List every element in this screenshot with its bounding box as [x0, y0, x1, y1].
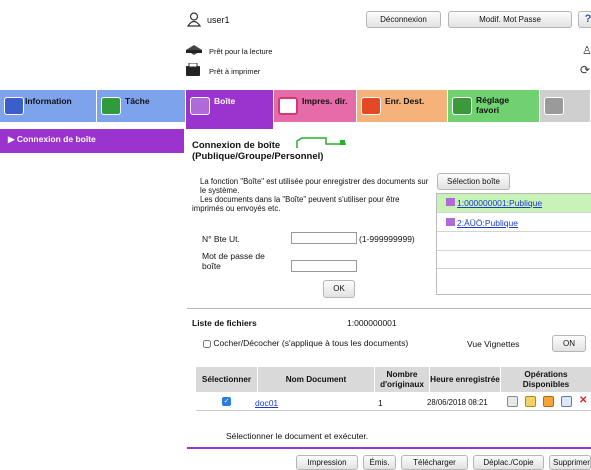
- help-button[interactable]: ?: [578, 11, 591, 28]
- header-document-name: Nom Document: [258, 367, 374, 392]
- box-password-input[interactable]: [291, 260, 357, 272]
- tab-information-label: Information: [25, 96, 72, 106]
- tab-direct-print-label: Impres. dir.: [302, 96, 348, 106]
- sidebar-item-label: Connexion de boîte: [16, 134, 96, 144]
- header-time: Heure enregistrée: [430, 367, 500, 392]
- ok-button[interactable]: OK: [323, 280, 355, 298]
- tab-information[interactable]: Information: [0, 90, 97, 122]
- box-password-label: Mot de passe de boîte: [202, 251, 265, 271]
- select-box-button[interactable]: Sélection boîte: [437, 173, 510, 190]
- row-checkbox[interactable]: ✓: [222, 397, 231, 406]
- sidebar-item-box-login[interactable]: ▶ Connexion de boîte: [0, 129, 184, 153]
- move-copy-button[interactable]: Déplac./Copie: [473, 455, 544, 470]
- ready-read-status: Prêt pour la lecture: [209, 47, 273, 56]
- box-item-label[interactable]: 2:ÄÜÖ:Publique: [457, 218, 518, 228]
- favorites-icon: [452, 97, 472, 115]
- direct-print-icon: [278, 97, 298, 115]
- scanner-status-icon: [185, 44, 203, 56]
- check-all-label: Cocher/Décocher (s'applique à tous les d…: [213, 338, 409, 348]
- printer-status-icon: [185, 62, 201, 77]
- box-description-1: La fonction "Boîte" est utilisée pour en…: [200, 177, 429, 195]
- check-all-row: Cocher/Décocher (s'applique à tous les d…: [203, 338, 408, 348]
- box-icon: [190, 97, 210, 115]
- user-icon: [186, 12, 202, 27]
- tab-extra[interactable]: [540, 90, 591, 122]
- sidebar-arrow-icon: ▶: [8, 134, 17, 144]
- download-button[interactable]: Télécharger: [401, 455, 468, 470]
- header-originals: Nombre d'originaux: [375, 367, 429, 392]
- job-icon: [101, 97, 121, 115]
- box-number-label: N° Bte Ut.: [202, 234, 240, 244]
- box-description-2: Les documents dans la "Boîte" peuvent s'…: [192, 195, 400, 213]
- box-login-title-icon: [296, 137, 348, 149]
- header-operations: Opérations Disponibles: [501, 367, 591, 392]
- ready-print-status: Prêt à imprimer: [209, 67, 261, 76]
- box-item-icon: [446, 218, 455, 226]
- tab-address-book[interactable]: Enr. Dest.: [357, 90, 448, 122]
- box-login-title-line2: (Publique/Groupe/Personnel): [192, 151, 324, 162]
- header-select: Sélectionner: [196, 367, 257, 392]
- refresh-icon[interactable]: ⟳: [580, 63, 591, 77]
- box-list-item[interactable]: 2:ÄÜÖ:Publique: [446, 218, 518, 228]
- thumbnail-view-label: Vue Vignettes: [467, 339, 520, 349]
- box-number-range: (1-999999999): [359, 234, 415, 244]
- file-list-title: Liste de fichiers: [192, 318, 257, 328]
- user-name: user1: [207, 15, 230, 25]
- tab-box-label: Boîte: [214, 96, 236, 106]
- change-password-button[interactable]: Modif. Mot Passe: [448, 11, 572, 28]
- tab-job[interactable]: Tâche: [97, 90, 186, 122]
- user-settings-icon[interactable]: ♙: [582, 44, 591, 57]
- delete-button[interactable]: Supprimer: [549, 455, 591, 470]
- row-originals: 1: [378, 398, 383, 408]
- tab-box[interactable]: Boîte: [186, 90, 274, 129]
- tab-job-label: Tâche: [125, 96, 150, 106]
- delete-doc-icon[interactable]: ✕: [579, 396, 590, 407]
- section-divider: [187, 308, 591, 309]
- file-list-box-id: 1:000000001: [347, 318, 397, 328]
- box-number-input[interactable]: [291, 232, 357, 244]
- info-icon: [4, 97, 24, 115]
- selection-hint: Sélectionner le document et exécuter.: [226, 431, 369, 441]
- copy-doc-icon[interactable]: [561, 396, 572, 407]
- bottom-divider: [187, 447, 591, 449]
- row-time: 28/06/2018 08:21: [427, 398, 488, 407]
- download-doc-icon[interactable]: [543, 396, 554, 407]
- send-button[interactable]: Émis.: [363, 455, 396, 470]
- extra-tab-icon: [544, 97, 564, 115]
- print-doc-icon[interactable]: [507, 396, 518, 407]
- address-book-icon: [361, 97, 381, 115]
- tab-favorites[interactable]: Réglage favori: [448, 90, 540, 122]
- document-link[interactable]: doc01: [255, 398, 278, 408]
- logout-button[interactable]: Déconnexion: [366, 11, 441, 28]
- thumbnail-toggle-button[interactable]: ON: [552, 335, 586, 352]
- print-button[interactable]: Impression: [296, 455, 358, 470]
- send-doc-icon[interactable]: [525, 396, 536, 407]
- box-item-label[interactable]: 1:000000001:Publique: [457, 198, 542, 208]
- box-list-item[interactable]: 1:000000001:Publique: [446, 198, 542, 208]
- box-item-icon: [446, 198, 455, 206]
- check-all-checkbox[interactable]: [203, 339, 211, 348]
- tab-address-book-label: Enr. Dest.: [385, 96, 425, 106]
- tab-direct-print[interactable]: Impres. dir.: [274, 90, 357, 122]
- tab-favorites-label: Réglage favori: [476, 95, 510, 115]
